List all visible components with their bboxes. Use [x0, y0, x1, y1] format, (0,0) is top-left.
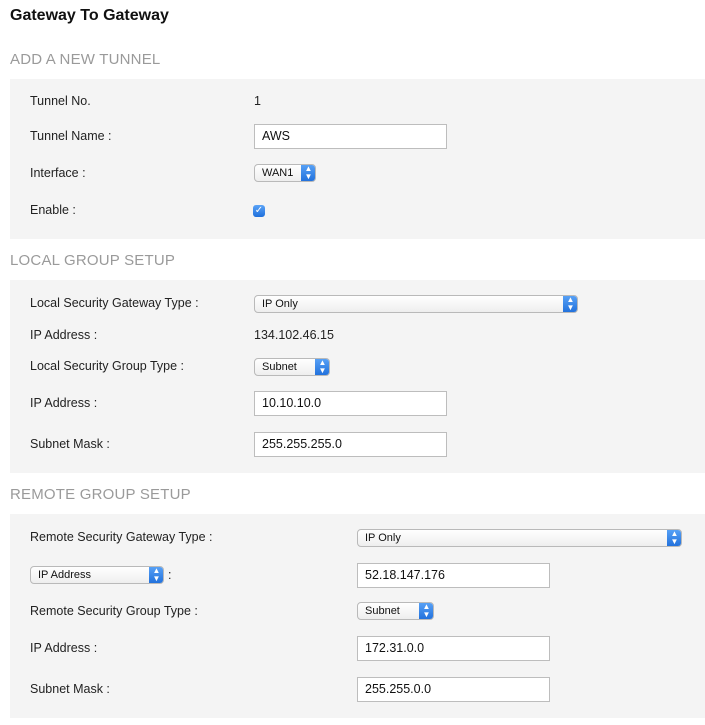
remote-address-colon: :	[168, 568, 172, 582]
remote-subnet-mask-label: Subnet Mask :	[30, 682, 110, 696]
chevron-updown-icon: ▲ ▼	[301, 165, 315, 181]
local-group-type-select[interactable]: Subnet ▲ ▼	[254, 358, 330, 376]
local-gateway-type-value: IP Only	[262, 298, 298, 310]
remote-group-type-select[interactable]: Subnet ▲ ▼	[357, 602, 434, 620]
local-group-ip-input[interactable]: 10.10.10.0	[254, 391, 447, 416]
tunnel-panel	[10, 79, 705, 239]
section-title-local: LOCAL GROUP SETUP	[10, 252, 176, 269]
local-gateway-type-label: Local Security Gateway Type :	[30, 296, 199, 310]
page-title: Gateway To Gateway	[10, 7, 169, 24]
chevron-updown-icon: ▲ ▼	[315, 359, 329, 375]
local-group-ip-label: IP Address :	[30, 396, 98, 410]
local-ip-address-label: IP Address :	[30, 328, 98, 342]
tunnel-name-input[interactable]: AWS	[254, 124, 447, 149]
checkmark-icon: ✓	[254, 205, 264, 216]
tunnel-no-label: Tunnel No.	[30, 94, 91, 108]
tunnel-name-label: Tunnel Name :	[30, 129, 112, 143]
section-title-remote: REMOTE GROUP SETUP	[10, 486, 191, 503]
remote-address-type-value: IP Address	[38, 569, 91, 581]
remote-subnet-mask-input[interactable]: 255.255.0.0	[357, 677, 550, 702]
local-subnet-mask-input[interactable]: 255.255.255.0	[254, 432, 447, 457]
remote-group-ip-input[interactable]: 172.31.0.0	[357, 636, 550, 661]
local-ip-address-value: 134.102.46.15	[254, 328, 334, 342]
chevron-updown-icon: ▲ ▼	[667, 530, 681, 546]
enable-checkbox[interactable]: ✓	[253, 205, 265, 217]
interface-select-value: WAN1	[262, 167, 294, 179]
remote-group-ip-label: IP Address :	[30, 641, 98, 655]
chevron-updown-icon: ▲ ▼	[149, 567, 163, 583]
local-subnet-mask-label: Subnet Mask :	[30, 437, 110, 451]
local-group-type-label: Local Security Group Type :	[30, 359, 185, 373]
tunnel-no-value: 1	[254, 94, 261, 108]
enable-label: Enable :	[30, 203, 76, 217]
chevron-updown-icon: ▲ ▼	[419, 603, 433, 619]
remote-gateway-type-value: IP Only	[365, 532, 401, 544]
remote-group-type-value: Subnet	[365, 605, 400, 617]
chevron-updown-icon: ▲ ▼	[563, 296, 577, 312]
remote-group-type-label: Remote Security Group Type :	[30, 604, 198, 618]
remote-address-input[interactable]: 52.18.147.176	[357, 563, 550, 588]
remote-address-type-select[interactable]: IP Address ▲ ▼	[30, 566, 164, 584]
interface-select[interactable]: WAN1 ▲ ▼	[254, 164, 316, 182]
local-group-type-value: Subnet	[262, 361, 297, 373]
remote-gateway-type-select[interactable]: IP Only ▲ ▼	[357, 529, 682, 547]
remote-gateway-type-label: Remote Security Gateway Type :	[30, 530, 213, 544]
interface-label: Interface :	[30, 166, 86, 180]
section-title-tunnel: ADD A NEW TUNNEL	[10, 51, 161, 68]
local-gateway-type-select[interactable]: IP Only ▲ ▼	[254, 295, 578, 313]
